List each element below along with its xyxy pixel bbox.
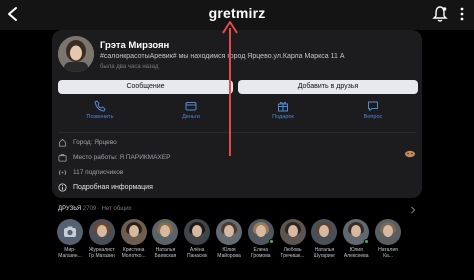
gift-action[interactable]: Подарок [258, 100, 308, 120]
friend-last-name: Баевская [154, 253, 177, 259]
profile-status: #салонкрасотыАревик# мы находимся город … [100, 53, 345, 60]
friend-avatar [375, 219, 401, 245]
friend-avatar [184, 219, 211, 245]
friend-item[interactable]: Алёна Панасюк [182, 219, 212, 259]
last-seen: была два часа назад [100, 64, 159, 70]
friend-last-name: Ка... [383, 253, 393, 259]
gift-icon [278, 101, 288, 112]
friend-item[interactable]: Кристина Молотко... [119, 219, 149, 259]
question-action[interactable]: Вопрос [348, 100, 398, 120]
friend-item[interactable]: Юлия Алексеева [341, 219, 371, 259]
money-action[interactable]: Деньги [166, 100, 216, 120]
friend-item[interactable]: Наталья Шугаринг [309, 219, 339, 259]
chevron-right-icon[interactable] [410, 206, 416, 214]
friend-avatar [152, 219, 179, 245]
followers-row[interactable]: 117 подписчиков [58, 167, 123, 177]
friend-last-name: Магазин... [58, 253, 82, 259]
friend-avatar [311, 219, 338, 245]
friend-avatar [216, 219, 242, 245]
briefcase-icon [58, 153, 67, 162]
friend-last-name: Громова [251, 253, 271, 259]
city-text: Город: Ярцево [73, 138, 117, 146]
friends-count: 2709 · Нет общих [82, 206, 132, 212]
camera-icon [64, 226, 76, 237]
details-row[interactable]: Подробная информация [58, 182, 153, 192]
work-badge-icon [405, 150, 415, 158]
info-icon [58, 182, 67, 192]
profile-avatar[interactable] [58, 36, 94, 72]
friend-item[interactable]: Журналист Гр Магазин [87, 219, 117, 259]
friend-last-name: Шугаринг [313, 253, 336, 259]
profile-username: gretmirz [208, 5, 266, 21]
city-row: Город: Ярцево [58, 137, 117, 147]
online-indicator [268, 239, 274, 244]
friends-header[interactable]: ДРУЗЬЯ 2709 · Нет общих [58, 206, 132, 212]
details-text: Подробная информация [73, 183, 153, 191]
friend-item[interactable]: Любовь Гречишк... [278, 219, 308, 259]
gift-label: Подарок [272, 114, 294, 120]
profile-name: Грэта Мирзоян [100, 40, 170, 51]
friend-last-name: Майорова [217, 253, 241, 259]
friend-item[interactable]: Юлия Майорова [214, 219, 244, 259]
notification-bell-icon[interactable] [432, 5, 448, 23]
friend-last-name: Гр Магазин [88, 253, 115, 259]
money-icon [185, 102, 197, 111]
add-friend-button[interactable]: Добавить в друзья [238, 80, 418, 94]
followers-text: 117 подписчиков [73, 168, 124, 176]
home-icon [58, 138, 67, 147]
online-indicator [364, 239, 370, 244]
friend-avatar [57, 219, 83, 245]
friend-avatar [279, 219, 306, 245]
signal-icon [58, 169, 67, 175]
more-options-icon[interactable] [456, 6, 468, 22]
phone-icon [94, 100, 106, 112]
question-label: Вопрос [363, 114, 383, 120]
friend-item[interactable]: Мир- Магазин... [55, 219, 85, 259]
annotation-arrow-icon [222, 21, 238, 156]
friend-last-name: Панасюк [187, 253, 208, 259]
friends-title: ДРУЗЬЯ [58, 206, 82, 212]
friend-avatar [88, 219, 115, 245]
friend-item[interactable]: Елена Громова [246, 219, 276, 259]
call-action[interactable]: Позвонить [75, 100, 125, 120]
friend-last-name: Алексеева [343, 253, 369, 259]
friend-item[interactable]: Наталья Баевская [150, 219, 180, 259]
work-row: Место работы: Я ПАРИКМАХЕР [58, 152, 170, 162]
avatar-photo-icon [58, 36, 94, 72]
friend-last-name: Гречишк... [280, 253, 305, 259]
work-text: Место работы: Я ПАРИКМАХЕР [73, 153, 171, 161]
call-label: Позвонить [86, 114, 114, 120]
friend-avatar [120, 219, 147, 245]
friend-item[interactable]: Наталия Ка... [373, 219, 403, 259]
question-icon [368, 101, 378, 111]
money-label: Деньги [182, 114, 200, 120]
friend-last-name: Молотко... [121, 253, 146, 259]
message-button[interactable]: Сообщение [58, 80, 233, 94]
